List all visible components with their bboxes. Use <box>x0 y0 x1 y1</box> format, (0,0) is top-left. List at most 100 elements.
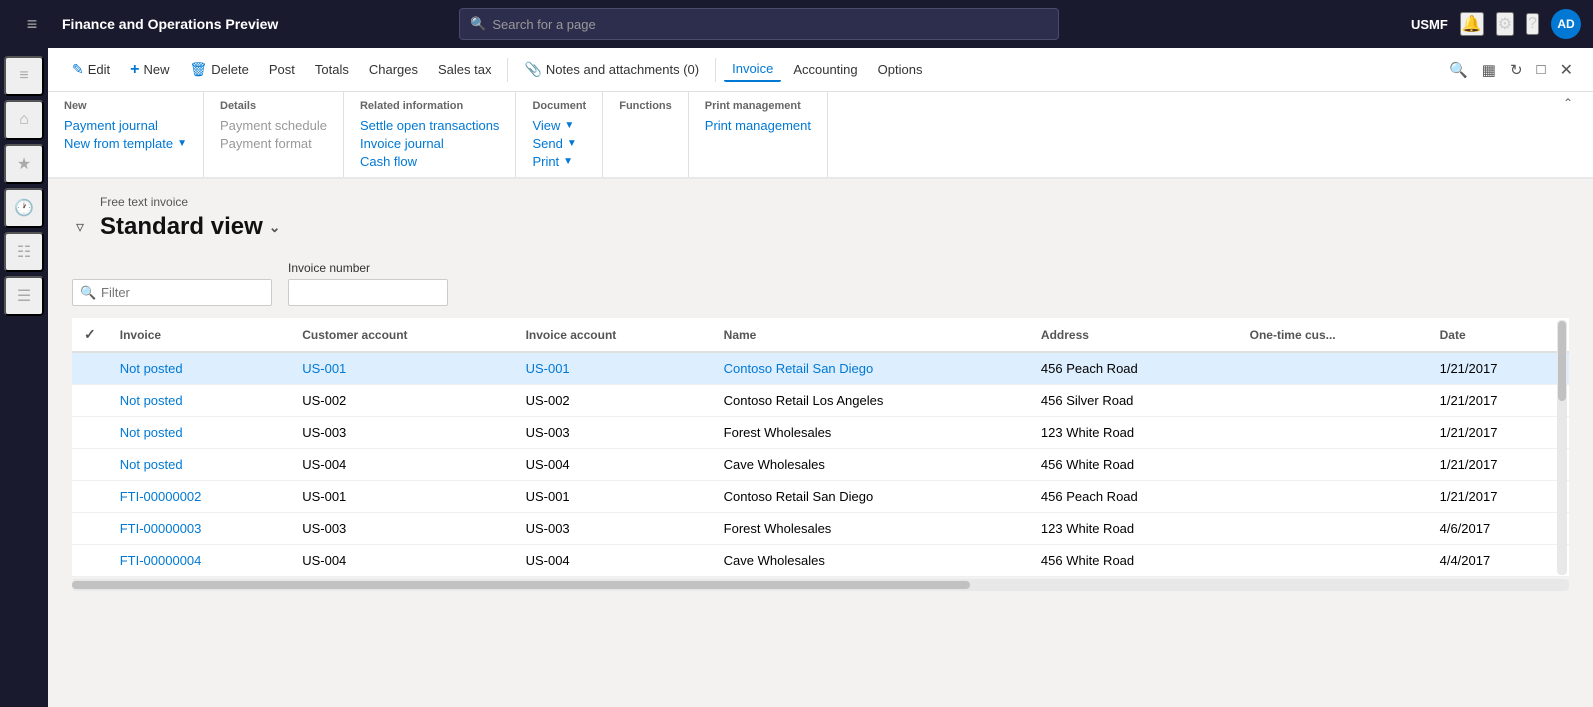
cell-invoice[interactable]: Not posted <box>108 417 290 449</box>
row-check[interactable] <box>72 449 108 481</box>
cell-customerAccount: US-004 <box>290 545 513 577</box>
cell-invoice[interactable]: FTI-00000003 <box>108 513 290 545</box>
search-icon: 🔍 <box>470 16 486 32</box>
cell-invoice[interactable]: Not posted <box>108 449 290 481</box>
cell-oneTimeCus <box>1238 449 1428 481</box>
cell-oneTimeCus <box>1238 417 1428 449</box>
search-input[interactable] <box>492 17 1048 32</box>
notes-attachments-button[interactable]: 📎 Notes and attachments (0) <box>516 57 707 82</box>
content-area: ▿ Free text invoice Standard view ⌄ 🔍 In… <box>48 179 1593 707</box>
cell-invoice[interactable]: FTI-00000004 <box>108 545 290 577</box>
table-row[interactable]: FTI-00000004US-004US-004Cave Wholesales4… <box>72 545 1569 577</box>
sidebar-home-icon[interactable]: ⌂ <box>4 100 44 140</box>
cell-name: Forest Wholesales <box>712 513 1029 545</box>
menu-settle-open[interactable]: Settle open transactions <box>360 118 499 133</box>
new-button[interactable]: + New <box>122 57 177 83</box>
close-icon[interactable]: ✕ <box>1556 56 1577 84</box>
sidebar-hamburger-icon[interactable]: ≡ <box>4 56 44 96</box>
cell-date: 1/21/2017 <box>1428 385 1569 417</box>
menu-new-from-template[interactable]: New from template ▼ <box>64 136 187 151</box>
charges-button[interactable]: Charges <box>361 58 426 81</box>
cell-invoiceAccount: US-004 <box>514 449 712 481</box>
cell-address: 123 White Road <box>1029 417 1238 449</box>
table-row[interactable]: Not postedUS-001US-001Contoso Retail San… <box>72 352 1569 385</box>
cell-date: 1/21/2017 <box>1428 352 1569 385</box>
menu-section-document-title: Document <box>532 100 586 112</box>
cell-address: 456 Peach Road <box>1029 481 1238 513</box>
menu-print-management[interactable]: Print management <box>705 118 811 133</box>
delete-button[interactable]: 🗑 Delete <box>182 57 257 82</box>
filter-search-icon[interactable]: 🔍 <box>1445 56 1472 84</box>
post-button[interactable]: Post <box>261 58 303 81</box>
sidebar-recent-icon[interactable]: 🕐 <box>4 188 44 228</box>
sidebar-favorites-icon[interactable]: ★ <box>4 144 44 184</box>
filter-wrap: 🔍 <box>72 279 272 306</box>
hamburger-menu-icon[interactable]: ≡ <box>12 4 52 44</box>
table-row[interactable]: FTI-00000003US-003US-003Forest Wholesale… <box>72 513 1569 545</box>
invoice-number-input[interactable] <box>288 279 448 306</box>
panel-left-icon[interactable]: ▦ <box>1478 56 1500 84</box>
options-button[interactable]: Options <box>870 58 931 81</box>
check-all-icon[interactable]: ✓ <box>84 326 96 342</box>
cell-invoiceAccount[interactable]: US-001 <box>514 352 712 385</box>
sidebar-workspace-icon[interactable]: ☷ <box>4 232 44 272</box>
totals-button[interactable]: Totals <box>307 58 357 81</box>
avatar[interactable]: AD <box>1551 9 1581 39</box>
invoice-number-field: Invoice number <box>288 261 448 306</box>
row-check[interactable] <box>72 481 108 513</box>
row-check[interactable] <box>72 545 108 577</box>
view-title-chevron[interactable]: ⌄ <box>269 219 281 236</box>
menu-bar: New Payment journal New from template ▼ … <box>48 92 1593 179</box>
table-row[interactable]: Not postedUS-002US-002Contoso Retail Los… <box>72 385 1569 417</box>
data-table: ✓ Invoice Customer account Invoice accou… <box>72 318 1569 577</box>
invoice-button[interactable]: Invoice <box>724 57 781 82</box>
row-check[interactable] <box>72 385 108 417</box>
menu-items-print-management: Print management <box>705 118 811 133</box>
refresh-icon[interactable]: ↻ <box>1506 56 1527 84</box>
sidebar-list-icon[interactable]: ☰ <box>4 276 44 316</box>
menu-items-related: Settle open transactions Invoice journal… <box>360 118 499 169</box>
menu-invoice-journal[interactable]: Invoice journal <box>360 136 499 151</box>
notifications-icon[interactable]: 🔔 <box>1460 12 1484 36</box>
menu-cash-flow[interactable]: Cash flow <box>360 154 499 169</box>
search-bar[interactable]: 🔍 <box>459 8 1059 40</box>
menu-send[interactable]: Send ▼ <box>532 136 586 151</box>
table-row[interactable]: FTI-00000002US-001US-001Contoso Retail S… <box>72 481 1569 513</box>
row-check[interactable] <box>72 417 108 449</box>
menu-print[interactable]: Print ▼ <box>532 154 586 169</box>
view-title: Standard view ⌄ <box>100 213 280 241</box>
cell-name: Contoso Retail Los Angeles <box>712 385 1029 417</box>
row-check[interactable] <box>72 513 108 545</box>
cell-oneTimeCus <box>1238 385 1428 417</box>
new-from-template-chevron: ▼ <box>177 138 187 149</box>
menu-collapse-button[interactable]: ⌃ <box>1559 92 1577 114</box>
col-name: Name <box>712 318 1029 352</box>
cell-name[interactable]: Contoso Retail San Diego <box>712 352 1029 385</box>
cell-customerAccount[interactable]: US-001 <box>290 352 513 385</box>
menu-section-new-title: New <box>64 100 187 112</box>
row-check[interactable] <box>72 352 108 385</box>
cell-invoiceAccount: US-003 <box>514 417 712 449</box>
settings-icon[interactable]: ⚙ <box>1496 12 1514 36</box>
cell-invoice[interactable]: Not posted <box>108 385 290 417</box>
cell-customerAccount: US-003 <box>290 513 513 545</box>
table-row[interactable]: Not postedUS-003US-003Forest Wholesales1… <box>72 417 1569 449</box>
cell-address: 456 White Road <box>1029 449 1238 481</box>
sales-tax-button[interactable]: Sales tax <box>430 58 499 81</box>
filter-icon-button[interactable]: ▿ <box>72 213 88 241</box>
cell-invoice[interactable]: Not posted <box>108 352 290 385</box>
cell-oneTimeCus <box>1238 352 1428 385</box>
menu-section-details: Details Payment schedule Payment format <box>220 92 344 177</box>
cell-address: 123 White Road <box>1029 513 1238 545</box>
help-icon[interactable]: ? <box>1526 13 1539 35</box>
filter-input[interactable] <box>72 279 272 306</box>
open-new-icon[interactable]: □ <box>1533 56 1550 84</box>
edit-button[interactable]: ✎ Edit <box>64 57 118 82</box>
menu-payment-journal[interactable]: Payment journal <box>64 118 187 133</box>
cell-invoice[interactable]: FTI-00000002 <box>108 481 290 513</box>
send-chevron: ▼ <box>567 138 577 149</box>
table-row[interactable]: Not postedUS-004US-004Cave Wholesales456… <box>72 449 1569 481</box>
cell-date: 1/21/2017 <box>1428 417 1569 449</box>
accounting-button[interactable]: Accounting <box>785 58 865 81</box>
menu-view[interactable]: View ▼ <box>532 118 586 133</box>
